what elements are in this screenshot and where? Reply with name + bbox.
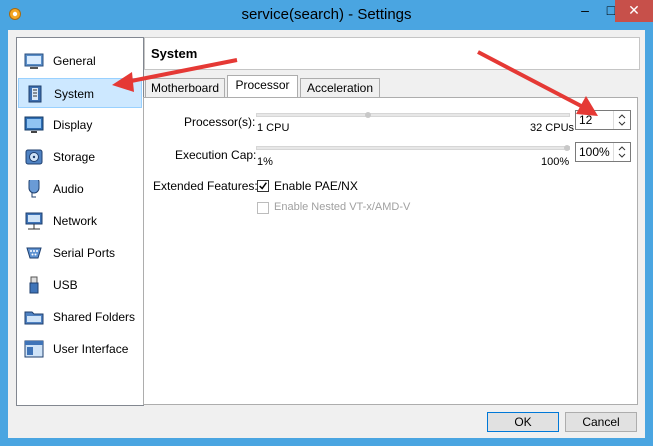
exec-cap-value[interactable]: 100% [579,145,610,159]
cancel-button[interactable]: Cancel [565,412,637,432]
ok-button[interactable]: OK [487,412,559,432]
sidebar-label: USB [53,278,78,292]
spin-arrows-icon[interactable] [613,111,630,129]
sidebar-item-usb[interactable]: USB [18,270,142,300]
serial-ports-icon [26,247,42,259]
exec-cap-label: Execution Cap: [175,148,257,162]
system-icon [28,85,42,103]
sidebar-label: Display [53,118,93,132]
close-button[interactable]: ✕ [615,0,653,22]
sidebar-item-general[interactable]: General [18,46,142,76]
window-title: service(search) - Settings [241,6,412,23]
shared-folders-icon [24,311,44,325]
settings-sidebar: General System Display Storage Audio Net… [16,37,144,406]
processors-slider-thumb[interactable] [365,112,372,118]
pae-nx-label[interactable]: Enable PAE/NX [274,179,358,193]
processors-min-label: 1 CPU [257,122,290,134]
minimize-button[interactable]: – [572,0,598,22]
user-interface-icon [24,340,44,358]
processors-value[interactable]: 12 [579,113,592,127]
exec-cap-slider-thumb[interactable] [564,145,570,151]
tab-acceleration[interactable]: Acceleration [300,78,380,98]
exec-cap-max-label: 100% [541,156,570,168]
sidebar-item-network[interactable]: Network [18,206,142,236]
processors-slider[interactable] [256,113,570,117]
general-icon [24,53,44,69]
title-bar: service(search) - Settings – □ ✕ [0,0,653,30]
sidebar-label: General [53,54,96,68]
tab-processor[interactable]: Processor [227,75,298,98]
pae-nx-checkbox[interactable] [257,180,269,192]
spin-arrows-icon[interactable] [613,143,630,161]
processors-spinbox[interactable]: 12 [575,110,631,130]
sidebar-label: Audio [53,182,84,196]
usb-icon [29,276,39,294]
exec-cap-slider[interactable] [256,146,570,150]
tab-motherboard[interactable]: Motherboard [145,78,225,98]
exec-cap-spinbox[interactable]: 100% [575,142,631,162]
display-icon [24,116,44,133]
page-title: System [151,46,198,61]
page-header: System [144,37,640,70]
sidebar-label: Serial Ports [53,246,116,260]
processor-tab-panel: Processor(s): 1 CPU 32 CPUs 12 Execution… [143,97,638,405]
sidebar-label: User Interface [53,342,129,356]
sidebar-label: Shared Folders [53,310,136,324]
network-icon [25,212,43,230]
audio-icon [28,180,40,198]
sidebar-item-shared-folders[interactable]: Shared Folders [18,302,142,332]
dialog-client-area: General System Display Storage Audio Net… [8,30,645,438]
sidebar-item-display[interactable]: Display [18,110,142,140]
sidebar-label: Storage [53,150,96,164]
processors-max-label: 32 CPUs [530,122,575,134]
sidebar-item-audio[interactable]: Audio [18,174,142,204]
sidebar-label: System [54,87,95,101]
processors-label: Processor(s): [184,115,256,129]
sidebar-item-system[interactable]: System [18,78,142,108]
sidebar-item-user-interface[interactable]: User Interface [18,334,142,364]
extended-features-label: Extended Features: [153,179,258,193]
sidebar-label: Network [53,214,98,228]
nested-vtx-checkbox [257,202,269,214]
checkmark-icon [259,182,267,190]
nested-vtx-label: Enable Nested VT-x/AMD-V [274,201,411,213]
exec-cap-min-label: 1% [257,156,273,168]
sidebar-item-storage[interactable]: Storage [18,142,142,172]
storage-icon [25,149,43,165]
sidebar-item-serial-ports[interactable]: Serial Ports [18,238,142,268]
